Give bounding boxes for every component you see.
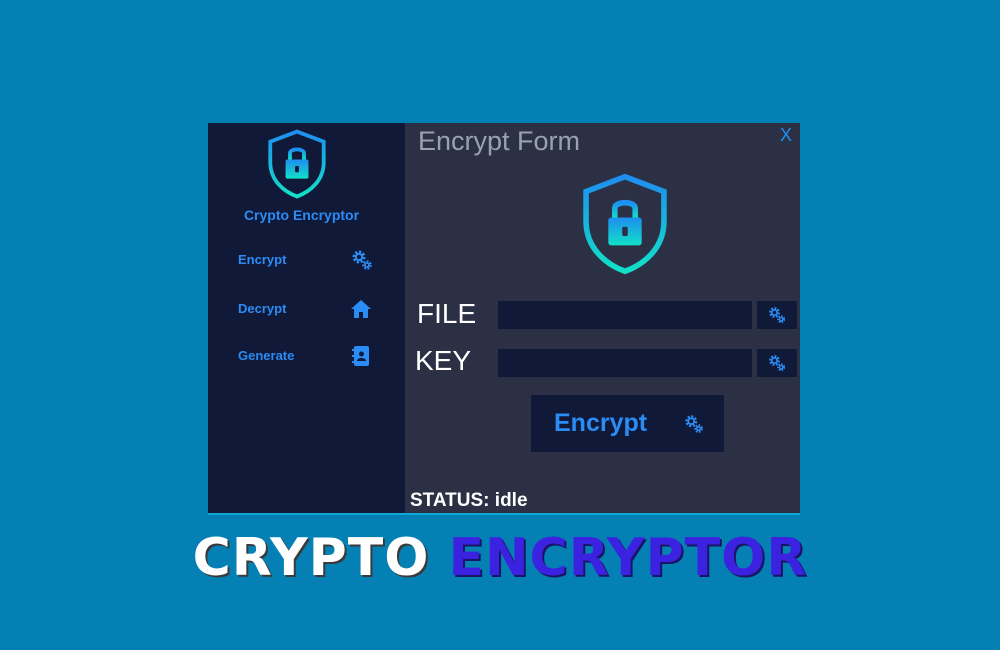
banner-word-crypto: CRYPTO xyxy=(192,528,430,588)
gears-icon xyxy=(685,415,703,433)
sidebar-item-label: Encrypt xyxy=(238,252,287,267)
home-icon xyxy=(351,300,371,318)
sidebar-item-encrypt[interactable]: Encrypt xyxy=(208,246,405,276)
app-window: Crypto Encryptor Encrypt Decrypt Generat… xyxy=(208,123,800,515)
browse-file-button[interactable] xyxy=(757,301,797,329)
app-name: Crypto Encryptor xyxy=(243,207,360,223)
page-title: Encrypt Form xyxy=(418,126,581,156)
file-label: FILE xyxy=(417,298,477,329)
file-field[interactable] xyxy=(498,301,752,329)
sidebar-item-generate[interactable]: Generate xyxy=(208,342,405,372)
status-text: STATUS: idle xyxy=(410,490,528,511)
address-book-icon xyxy=(352,346,369,366)
generate-key-button[interactable] xyxy=(757,349,797,377)
gears-icon xyxy=(352,250,372,270)
sidebar-item-decrypt[interactable]: Decrypt xyxy=(208,295,405,325)
gears-icon xyxy=(769,307,786,324)
sidebar: Crypto Encryptor Encrypt Decrypt Generat… xyxy=(208,123,405,513)
encrypt-button-label: Encrypt xyxy=(554,409,648,437)
key-label: KEY xyxy=(415,345,472,376)
close-button[interactable]: X xyxy=(780,125,792,146)
banner-word-encryptor: ENCRYPTOR xyxy=(448,528,808,588)
encrypt-button[interactable]: Encrypt xyxy=(531,395,724,452)
gears-icon xyxy=(769,355,786,372)
key-field[interactable] xyxy=(498,349,752,377)
encrypt-form: Encrypt Form X FILE KEY Encrypt STATUS: … xyxy=(405,123,800,513)
sidebar-item-label: Generate xyxy=(238,348,295,363)
sidebar-item-label: Decrypt xyxy=(238,301,287,316)
shield-lock-icon xyxy=(583,173,667,275)
banner-title: CRYPTO ENCRYPTOR xyxy=(0,528,1000,588)
shield-lock-icon xyxy=(268,129,326,199)
